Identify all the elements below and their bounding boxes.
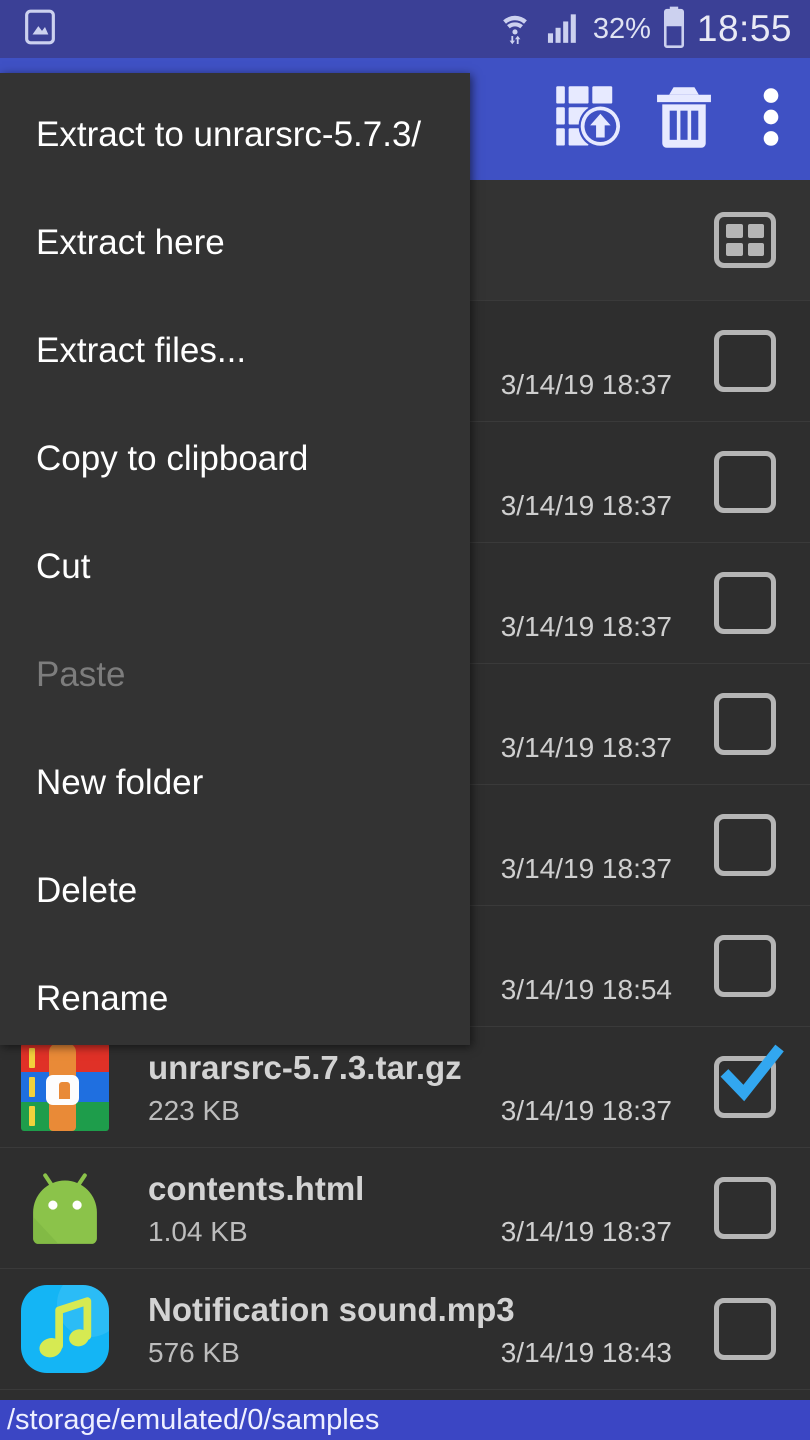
status-bar-notifications (0, 7, 60, 52)
menu-item-copy-to-clipboard[interactable]: Copy to clipboard (0, 405, 470, 513)
battery-icon (662, 6, 686, 53)
view-mode-toggle[interactable] (680, 180, 810, 301)
current-path-bar[interactable]: /storage/emulated/0/samples (0, 1400, 810, 1440)
gallery-image-icon (20, 7, 60, 52)
delete-button[interactable] (636, 58, 732, 180)
trash-icon (653, 84, 715, 155)
cellular-signal-icon (544, 8, 582, 51)
current-path-label: /storage/emulated/0/samples (7, 1403, 380, 1436)
archive-icon (21, 1043, 109, 1131)
file-select-checkbox[interactable] (680, 906, 810, 1027)
file-select-checkbox[interactable] (680, 422, 810, 543)
menu-item-new-folder[interactable]: New folder (0, 729, 470, 837)
menu-item-delete[interactable]: Delete (0, 837, 470, 945)
status-bar-indicators: 32% 18:55 (497, 6, 810, 53)
file-select-checkbox[interactable] (680, 1269, 810, 1390)
context-menu[interactable]: Extract to unrarsrc-5.7.3/Extract here Ex… (0, 73, 470, 1045)
file-manager-screen: 32% 18:55 3/14/19 18:37 3/14/19 18:37 3/… (0, 0, 810, 1440)
menu-item-paste: Paste (36, 655, 126, 694)
menu-item-rename[interactable]: Rename (0, 945, 470, 1053)
checkbox[interactable] (714, 572, 776, 634)
file-date: 3/14/19 18:37 (500, 369, 672, 400)
file-date: 3/14/19 18:37 (500, 853, 672, 884)
file-size: 576 KB (148, 1337, 240, 1368)
context-menu-items: Extract to unrarsrc-5.7.3/Extract here Ex… (0, 81, 470, 1053)
file-date: 3/14/19 18:37 (500, 1095, 672, 1126)
file-date: 3/14/19 18:54 (500, 974, 672, 1005)
more-vertical-icon (762, 86, 780, 153)
file-icon-slot (0, 1148, 130, 1269)
menu-item-extract-to-unrarsrc-5-7-3[interactable]: Extract to unrarsrc-5.7.3/ (0, 81, 470, 189)
menu-item-cut[interactable]: Cut (0, 513, 470, 621)
wifi-icon (497, 7, 533, 52)
file-name: Notification sound.mp3 (148, 1291, 515, 1328)
checkbox[interactable] (714, 1298, 776, 1360)
android-icon (21, 1164, 109, 1252)
file-select-checkbox[interactable] (680, 1148, 810, 1269)
file-row[interactable]: contents.html 1.04 KB 3/14/19 18:37 (0, 1148, 810, 1269)
file-date: 3/14/19 18:37 (500, 1216, 672, 1247)
file-select-checkbox[interactable] (680, 1027, 810, 1148)
file-name: unrarsrc-5.7.3.tar.gz (148, 1049, 462, 1086)
file-size: 223 KB (148, 1095, 240, 1126)
checkbox[interactable] (714, 693, 776, 755)
overflow-menu-button[interactable] (732, 58, 810, 180)
checkbox[interactable] (714, 935, 776, 997)
file-icon-slot (0, 1269, 130, 1390)
grid-view-icon (714, 212, 776, 268)
file-date: 3/14/19 18:43 (500, 1337, 672, 1368)
file-row-text: Notification sound.mp3 576 KB 3/14/19 18:4… (130, 1269, 680, 1389)
checkbox[interactable] (714, 814, 776, 876)
file-size: 1.04 KB (148, 1216, 248, 1247)
file-row-text: contents.html 1.04 KB 3/14/19 18:37 (130, 1148, 680, 1268)
file-date: 3/14/19 18:37 (500, 732, 672, 763)
checkmark-icon (720, 1044, 784, 1102)
file-row[interactable]: Notification sound.mp3 576 KB 3/14/19 18:4… (0, 1269, 810, 1390)
extract-archive-button[interactable] (540, 58, 636, 180)
file-select-checkbox[interactable] (680, 543, 810, 664)
file-name: contents.html (148, 1170, 365, 1207)
menu-item-extract-files[interactable]: Extract files... (0, 297, 470, 405)
file-date: 3/14/19 18:37 (500, 490, 672, 521)
extract-archive-icon (553, 82, 623, 157)
status-bar: 32% 18:55 (0, 0, 810, 58)
battery-percent-label: 32% (592, 12, 651, 45)
audio-icon (21, 1285, 109, 1373)
file-select-checkbox[interactable] (680, 301, 810, 422)
file-select-checkbox[interactable] (680, 664, 810, 785)
checkbox[interactable] (714, 330, 776, 392)
checkbox[interactable] (714, 451, 776, 513)
file-select-checkbox[interactable] (680, 785, 810, 906)
menu-item-extract-here[interactable]: Extract here (0, 189, 470, 297)
file-date: 3/14/19 18:37 (500, 611, 672, 642)
status-bar-clock: 18:55 (696, 8, 792, 49)
checkbox[interactable] (714, 1044, 784, 1118)
checkbox[interactable] (714, 1177, 776, 1239)
